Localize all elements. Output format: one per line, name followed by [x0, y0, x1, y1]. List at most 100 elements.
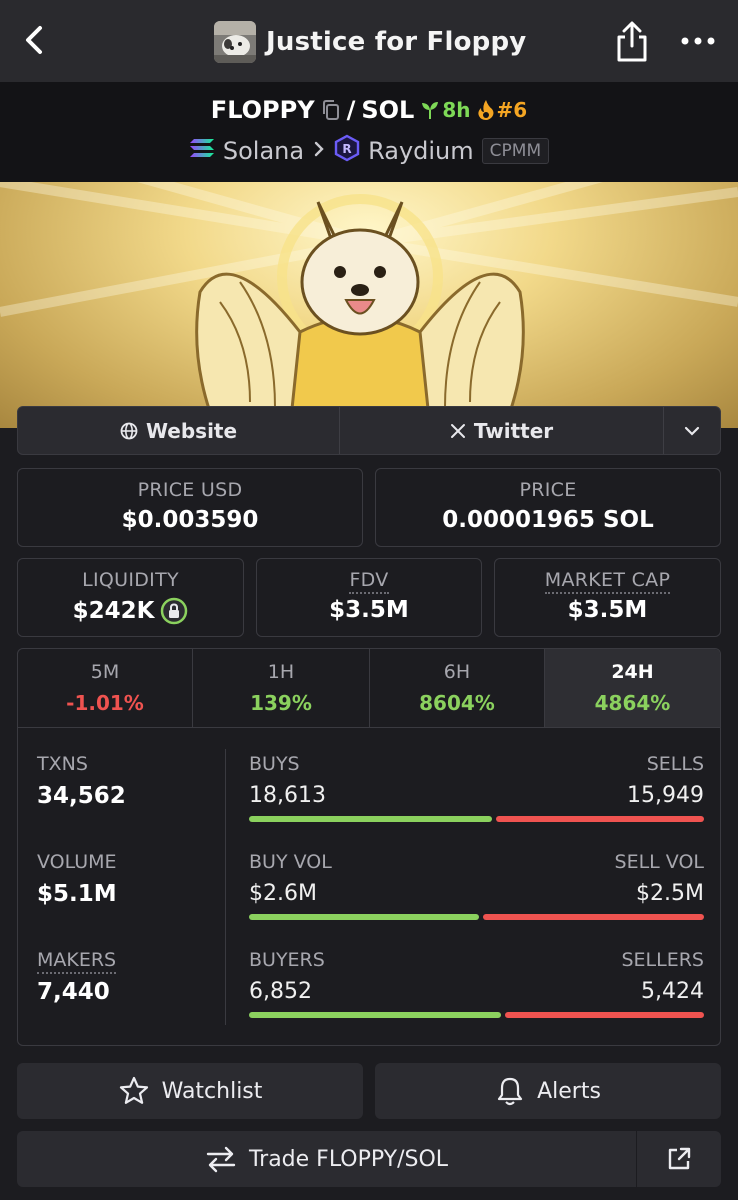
watchlist-label: Watchlist: [161, 1078, 263, 1104]
buy-bar: [249, 816, 492, 822]
tab-label: 6H: [443, 661, 471, 683]
star-icon: [119, 1076, 148, 1104]
pair-age: 8h: [420, 98, 471, 122]
seedling-icon: [422, 102, 439, 119]
locked-liquidity-icon[interactable]: [160, 597, 188, 625]
sellers-bar: [505, 1012, 704, 1018]
volume-value: $5.1M: [37, 881, 117, 907]
transactions-panel: TXNS 34,562 VOLUME $5.1M MAKERS 7,440 BU…: [17, 727, 721, 1046]
fdv-card: FDV $3.5M: [256, 558, 482, 637]
buys-sells-ratio-bar: [249, 816, 704, 822]
price-native-label: PRICE: [519, 479, 577, 501]
sell-vol-label: SELL VOL: [614, 851, 704, 873]
tab-label: 1H: [267, 661, 295, 683]
buyers-label: BUYERS: [249, 949, 325, 971]
makers-label[interactable]: MAKERS: [37, 949, 117, 974]
x-logo-icon: [450, 423, 465, 438]
swap-arrows-icon: [206, 1146, 236, 1173]
flame-icon: [477, 100, 493, 120]
token-avatar: [214, 21, 256, 63]
solana-icon: [189, 137, 215, 165]
sell-bar: [496, 816, 704, 822]
base-token-symbol: FLOPPY: [210, 96, 315, 124]
volume-label: VOLUME: [37, 851, 117, 873]
sells-label: SELLS: [646, 753, 704, 775]
more-links-button[interactable]: [664, 407, 720, 454]
globe-icon: [120, 422, 138, 439]
social-links-bar: Website Twitter: [17, 406, 721, 455]
fdv-value: $3.5M: [329, 597, 409, 623]
website-button[interactable]: Website: [18, 407, 340, 454]
buys-label: BUYS: [249, 753, 300, 775]
chain-name[interactable]: Solana: [223, 137, 304, 165]
share-icon[interactable]: [612, 20, 652, 64]
pool-type-badge: CPMM: [481, 138, 550, 164]
sellers-label: SELLERS: [621, 949, 704, 971]
twitter-label: Twitter: [473, 418, 554, 443]
market-cap-card: MARKET CAP $3.5M: [494, 558, 721, 637]
page-title: Justice for Floppy: [266, 27, 527, 57]
price-change: -1.01%: [66, 691, 144, 715]
buyers-value: 6,852: [249, 979, 312, 1004]
liquidity-value: $242K: [72, 598, 155, 624]
timeframe-tabs: 5M -1.01% 1H 139% 6H 8604% 24H 4864%: [17, 648, 721, 728]
txns-stat: TXNS 34,562: [37, 753, 126, 809]
dex-name[interactable]: Raydium: [368, 137, 474, 165]
fdv-label[interactable]: FDV: [349, 569, 389, 594]
top-app-bar: Justice for Floppy: [0, 0, 738, 82]
price-change: 4864%: [594, 691, 671, 715]
buy-vol-bar: [249, 914, 479, 920]
market-cap-label[interactable]: MARKET CAP: [544, 569, 671, 594]
tab-label: 5M: [90, 661, 120, 683]
buy-vol-label: BUY VOL: [249, 851, 332, 873]
tab-label: 24H: [611, 661, 654, 683]
makers-value: 7,440: [37, 979, 110, 1005]
external-link-icon: [668, 1147, 691, 1170]
tab-1h[interactable]: 1H 139%: [193, 649, 370, 727]
price-native-card: PRICE 0.00001965 SOL: [375, 468, 721, 547]
sellers-value: 5,424: [641, 979, 704, 1004]
svg-text:R: R: [342, 142, 351, 156]
more-icon[interactable]: [680, 26, 716, 56]
buyers-bar: [249, 1012, 501, 1018]
pair-age-value: 8h: [442, 98, 471, 122]
token-title: Justice for Floppy: [214, 20, 526, 64]
buys-value: 18,613: [249, 783, 326, 808]
chevron-down-icon: [684, 426, 700, 436]
tab-6h[interactable]: 6H 8604%: [370, 649, 545, 727]
pair-info-bar: FLOPPY / SOL 8h #6 Solana R Raydium CPMM: [0, 82, 738, 182]
copy-icon[interactable]: [321, 99, 341, 121]
bell-icon: [497, 1077, 523, 1106]
website-label: Website: [145, 418, 238, 443]
chevron-right-icon: [312, 139, 326, 164]
panel-divider: [225, 749, 226, 1025]
quote-token-symbol: SOL: [361, 96, 415, 124]
volume-stat: VOLUME $5.1M: [37, 851, 117, 907]
tab-24h[interactable]: 24H 4864%: [545, 649, 720, 727]
buy-sell-volume-row: BUY VOL SELL VOL $2.6M $2.5M: [249, 851, 704, 920]
raydium-icon: R: [334, 134, 360, 168]
price-native-value: 0.00001965 SOL: [442, 507, 654, 533]
tab-5m[interactable]: 5M -1.01%: [18, 649, 193, 727]
sell-vol-value: $2.5M: [636, 881, 704, 906]
chevron-left-icon[interactable]: [18, 22, 54, 58]
liquidity-label: LIQUIDITY: [82, 569, 179, 591]
txns-label: TXNS: [37, 753, 88, 775]
open-external-button[interactable]: [637, 1131, 721, 1187]
price-change: 139%: [250, 691, 312, 715]
liquidity-card: LIQUIDITY $242K: [17, 558, 244, 637]
buy-vol-value: $2.6M: [249, 881, 317, 906]
alerts-label: Alerts: [537, 1078, 601, 1104]
twitter-button[interactable]: Twitter: [340, 407, 664, 454]
pair-separator: /: [346, 96, 356, 124]
makers-stat: MAKERS 7,440: [37, 949, 117, 1005]
buyers-ratio-bar: [249, 1012, 704, 1018]
txns-value: 34,562: [37, 783, 126, 809]
price-usd-card: PRICE USD $0.003590: [17, 468, 363, 547]
price-usd-label: PRICE USD: [137, 479, 243, 501]
alerts-button[interactable]: Alerts: [375, 1063, 721, 1119]
watchlist-button[interactable]: Watchlist: [17, 1063, 363, 1119]
buyers-sellers-row: BUYERS SELLERS 6,852 5,424: [249, 949, 704, 1018]
volume-ratio-bar: [249, 914, 704, 920]
trade-button[interactable]: Trade FLOPPY/SOL: [17, 1131, 636, 1187]
